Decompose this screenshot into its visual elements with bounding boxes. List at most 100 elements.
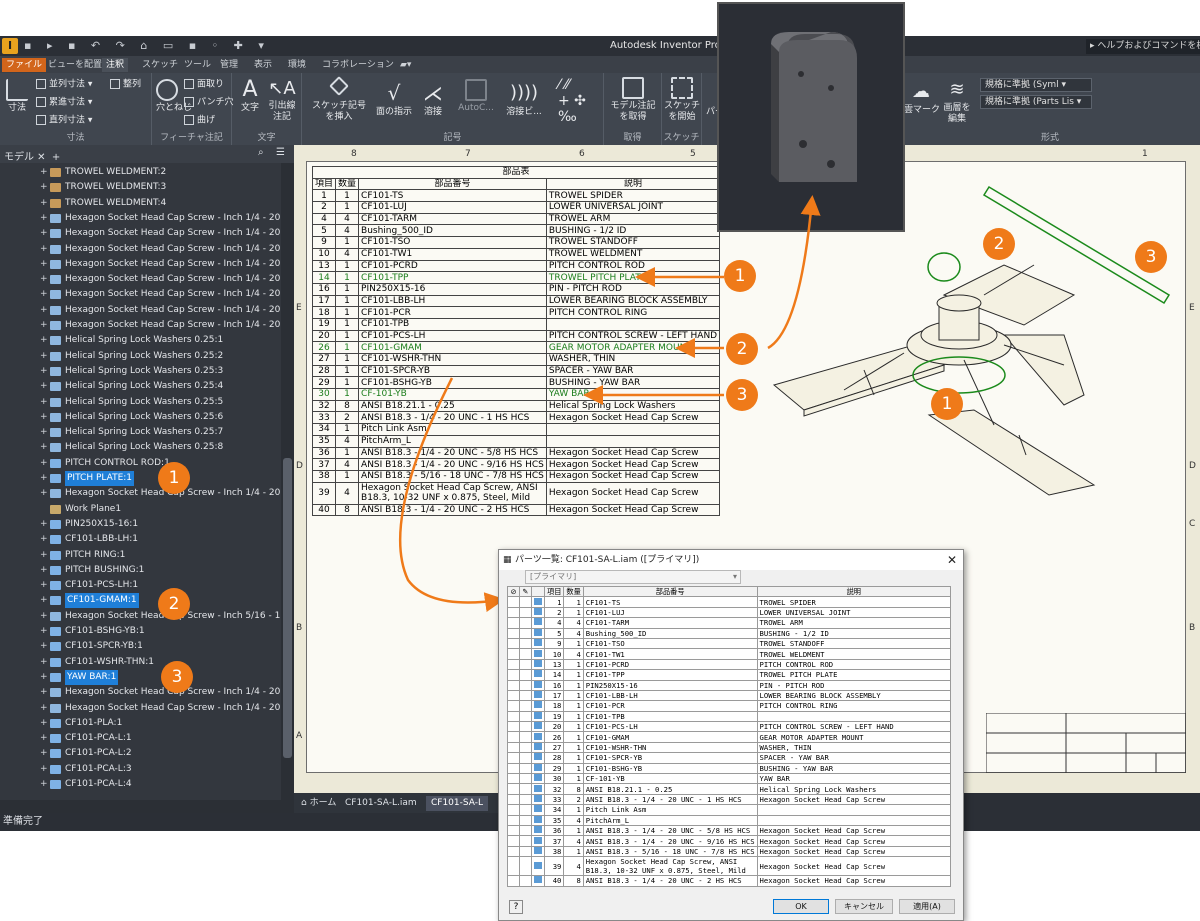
override-cell xyxy=(507,793,520,806)
qty-cell: 4 xyxy=(563,814,584,827)
parts-row[interactable]: 28 1 CF101-SPCR-YB SPACER - YAW BAR xyxy=(507,752,952,764)
part-icon xyxy=(534,826,542,834)
parts-row[interactable]: 16 1 PIN250X15-16 PIN - PITCH ROD xyxy=(507,679,952,691)
part-icon xyxy=(534,795,542,802)
view-combo[interactable]: [プライマリ] ▾ xyxy=(525,570,741,584)
description-cell: PITCH CONTROL SCREW - LEFT HAND xyxy=(756,721,952,733)
tab-assembly[interactable]: CF101-SA-L.iam xyxy=(340,796,422,811)
close-icon[interactable]: ✕ xyxy=(947,550,957,570)
edit-cell xyxy=(519,752,532,764)
parts-row[interactable]: 17 1 CF101-LBB-LH LOWER BEARING BLOCK ASSEM… xyxy=(507,689,952,702)
parts-row[interactable]: 35 4 PitchArm_L xyxy=(507,814,952,827)
parts-row[interactable]: 26 1 CF101-GMAM GEAR MOTOR ADAPTER MOUNT xyxy=(507,731,952,743)
parts-row[interactable]: 20 1 CF101-PCS-LH PITCH CONTROL SCREW - LEF… xyxy=(507,721,952,733)
part-number-cell: CF101-TARM xyxy=(582,617,758,629)
apply-button[interactable]: 適用(A) xyxy=(899,899,955,914)
col-header-qty[interactable]: 数量 xyxy=(563,585,584,598)
edit-cell xyxy=(519,721,532,733)
parts-row[interactable]: 36 1 ANSI B18.3 - 1/4 - 20 UNC - 5/8 HS HC… xyxy=(507,824,952,837)
browser-hscroll[interactable] xyxy=(0,800,294,813)
override-cell xyxy=(507,596,520,608)
part-icon xyxy=(534,608,542,615)
description-cell xyxy=(756,814,952,827)
description-cell: PITCH CONTROL ROD xyxy=(756,658,952,671)
edit-cell xyxy=(519,835,532,847)
view-combo-value: [プライマリ] xyxy=(530,572,577,581)
edit-cell xyxy=(519,773,532,785)
part-type-cell xyxy=(531,689,545,702)
part-type-cell xyxy=(531,648,545,660)
item-cell: 37 xyxy=(543,835,565,847)
override-cell xyxy=(507,700,520,712)
part-icon xyxy=(534,649,542,657)
part-number-cell: CF101-WSHR-THN xyxy=(582,741,758,754)
item-cell: 35 xyxy=(543,814,565,827)
parts-row[interactable]: 19 1 CF101-TPB xyxy=(507,710,952,723)
parts-row[interactable]: 1 1 CF101-TS TROWEL SPIDER xyxy=(507,596,952,608)
parts-row[interactable]: 33 2 ANSI B18.3 - 1/4 - 20 UNC - 1 HS HCS H… xyxy=(507,793,952,806)
description-cell: Hexagon Socket Head Cap Screw xyxy=(756,875,952,887)
parts-row[interactable]: 34 1 Pitch Link Asm xyxy=(507,804,952,816)
parts-row[interactable]: 29 1 CF101-BSHG-YB BUSHING - YAW BAR xyxy=(507,762,952,775)
part-type-cell xyxy=(531,627,545,639)
item-cell: 20 xyxy=(543,721,565,733)
override-cell xyxy=(507,627,520,639)
description-cell: SPACER - YAW BAR xyxy=(756,752,952,764)
parts-row[interactable]: 4 4 CF101-TARM TROWEL ARM xyxy=(507,617,952,629)
col-header[interactable]: ✎ xyxy=(519,585,532,598)
app-window: I ▪ ▸ ▪ ↶ ↷ ⌂ ▭ ▪ ◦ ✚ ▾ Autodesk Invento… xyxy=(0,0,1200,921)
part-type-cell xyxy=(531,762,545,775)
parts-row[interactable]: 38 1 ANSI B18.3 - 5/16 - 18 UNC - 7/8 HS H… xyxy=(507,845,952,858)
parts-row[interactable]: 27 1 CF101-WSHR-THN WASHER, THIN xyxy=(507,741,952,754)
part-number-cell: Pitch Link Asm xyxy=(582,804,758,816)
part-number-cell: ANSI B18.3 - 1/4 - 20 UNC - 2 HS HCS xyxy=(582,875,758,887)
cancel-button[interactable]: キャンセル xyxy=(835,899,893,914)
description-cell: BUSHING - 1/2 ID xyxy=(756,627,952,639)
part-type-cell xyxy=(531,596,545,608)
description-cell: LOWER UNIVERSAL JOINT xyxy=(756,606,952,619)
part-icon xyxy=(534,784,542,792)
edit-cell xyxy=(519,814,532,827)
parts-row[interactable]: 40 8 ANSI B18.3 - 1/4 - 20 UNC - 2 HS HCS H… xyxy=(507,875,952,887)
part-icon xyxy=(534,764,542,771)
edit-cell xyxy=(519,648,532,660)
parts-row[interactable]: 13 1 CF101-PCRD PITCH CONTROL ROD xyxy=(507,658,952,671)
qty-cell: 4 xyxy=(563,835,584,847)
part-type-cell xyxy=(531,804,545,816)
parts-row[interactable]: 9 1 CF101-TSO TROWEL STANDOFF xyxy=(507,637,952,650)
override-cell xyxy=(507,741,520,754)
tab-home[interactable]: ⌂ ホーム xyxy=(296,796,341,811)
qty-cell: 2 xyxy=(563,793,584,806)
parts-row[interactable]: 10 4 CF101-TW1 TROWEL WELDMENT xyxy=(507,648,952,660)
part-type-cell xyxy=(531,814,545,827)
callout-badge-1: 1 xyxy=(931,388,963,420)
edit-cell xyxy=(519,617,532,629)
ok-button[interactable]: OK xyxy=(773,899,829,914)
override-cell xyxy=(507,804,520,816)
parts-row[interactable]: 37 4 ANSI B18.3 - 1/4 - 20 UNC - 9/16 HS H… xyxy=(507,835,952,847)
edit-cell xyxy=(519,710,532,723)
tab-drawing[interactable]: CF101-SA-L xyxy=(426,796,488,811)
help-icon[interactable]: ? xyxy=(509,900,523,914)
col-header[interactable]: ⊘ xyxy=(507,585,520,598)
parts-row[interactable]: 5 4 Bushing_500_ID BUSHING - 1/2 ID xyxy=(507,627,952,639)
col-header-part-number[interactable]: 部品番号 xyxy=(582,585,758,598)
parts-row[interactable]: 32 8 ANSI B18.21.1 - 0.25 Helical Spring Lo… xyxy=(507,783,952,795)
callout-badge-3: 3 xyxy=(1135,241,1167,273)
part-number-cell: CF101-PCS-LH xyxy=(582,721,758,733)
parts-row[interactable]: 30 1 CF-101-YB YAW BAR xyxy=(507,773,952,785)
edit-cell xyxy=(519,804,532,816)
override-cell xyxy=(507,824,520,837)
col-header-description[interactable]: 説明 xyxy=(756,585,952,598)
parts-row[interactable]: 39 4 Hexagon Socket Head Cap Screw, ANSI B… xyxy=(507,856,952,877)
description-cell: Hexagon Socket Head Cap Screw xyxy=(756,835,952,847)
part-type-cell xyxy=(531,721,545,733)
description-cell: GEAR MOTOR ADAPTER MOUNT xyxy=(756,731,952,743)
description-cell: Hexagon Socket Head Cap Screw xyxy=(756,793,952,806)
parts-row[interactable]: 18 1 CF101-PCR PITCH CONTROL RING xyxy=(507,700,952,712)
parts-list-table[interactable]: ⊘ ✎ 項目 数量 部品番号 説明 1 1 CF101-TS TROWEL SPIDE… xyxy=(507,585,952,887)
parts-row[interactable]: 2 1 CF101-LUJ LOWER UNIVERSAL JOINT xyxy=(507,606,952,619)
item-cell: 36 xyxy=(543,824,565,837)
col-header-item[interactable]: 項目 xyxy=(543,585,565,598)
parts-row[interactable]: 14 1 CF101-TPP TROWEL PITCH PLATE xyxy=(507,669,952,681)
